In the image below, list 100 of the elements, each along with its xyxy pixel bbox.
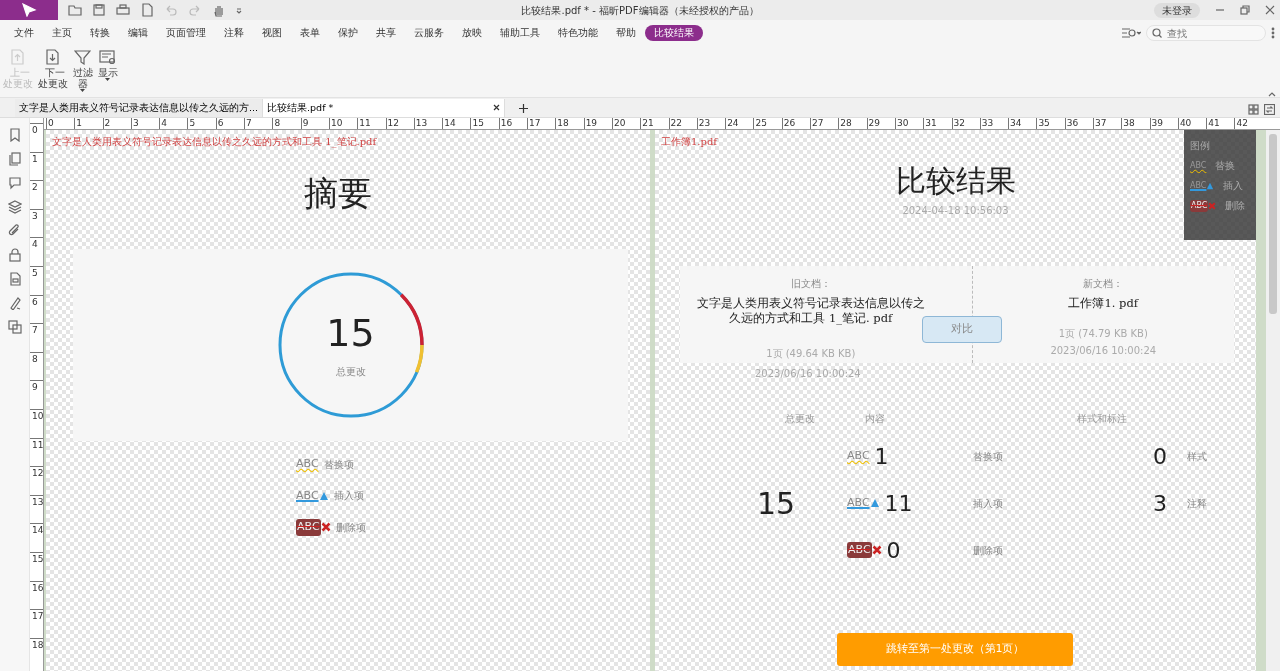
sample-text: ABC <box>847 447 870 464</box>
download-page-icon <box>44 48 61 65</box>
triangle-icon <box>318 490 329 501</box>
login-button[interactable]: 未登录 <box>1154 2 1200 18</box>
menu-tab[interactable]: 注释 <box>215 24 253 42</box>
paperclip-icon[interactable] <box>7 224 22 238</box>
sample-text: ABC <box>296 487 319 504</box>
legend-label: 删除项 <box>335 520 366 535</box>
grid-view-icon[interactable] <box>1248 103 1259 115</box>
ruler-number: 5 <box>30 265 43 295</box>
document-tab[interactable]: 文字是人类用表义符号记录表达信息以传之久远的方... <box>15 98 264 117</box>
document-date: 2023/06/16 10:00:24 <box>755 366 862 381</box>
ruler-number: 18 <box>30 637 43 667</box>
window-title: 比较结果.pdf * - 福昕PDF编辑器（未经授权的产品） <box>521 4 759 18</box>
menu-tab[interactable]: 主页 <box>43 24 81 42</box>
ribbon-button[interactable]: 下一处更改 <box>37 67 68 89</box>
ruler-number: 33 <box>979 118 1009 129</box>
ruler-number: 1 <box>74 118 103 129</box>
pages-icon[interactable] <box>7 152 22 166</box>
ruler-number: 4 <box>159 118 188 129</box>
restore-icon[interactable] <box>1240 5 1250 15</box>
ruler-number: 17 <box>527 118 556 129</box>
menu-tab[interactable]: 特色功能 <box>549 24 607 42</box>
collapse-ribbon-icon[interactable] <box>1268 90 1276 97</box>
style-type-label: 样式 <box>1187 449 1208 464</box>
page-heading: 比较结果 <box>895 162 1016 200</box>
menu-tab[interactable]: 放映 <box>453 24 491 42</box>
total-count: 15 <box>757 484 797 523</box>
menu-tab[interactable]: 比较结果 <box>645 24 703 42</box>
legend-label: 替换项 <box>323 457 354 472</box>
print-icon[interactable] <box>116 3 130 17</box>
change-type-label: 插入项 <box>973 496 1004 511</box>
display-icon <box>99 48 116 65</box>
menu-tab[interactable]: 共享 <box>367 24 405 42</box>
menu-tab[interactable]: 视图 <box>253 24 291 42</box>
menu-tab[interactable]: 页面管理 <box>157 24 215 42</box>
ruler-number: 2 <box>102 118 131 129</box>
compare-icon[interactable] <box>7 320 22 334</box>
ruler-number: 32 <box>951 118 980 129</box>
view-mode-icon[interactable] <box>1121 27 1141 39</box>
file-name-label: 工作簿1.pdf <box>660 135 719 149</box>
ruler-number: 22 <box>668 118 697 129</box>
menu-tab[interactable]: 编辑 <box>119 24 157 42</box>
ruler-number: 36 <box>1064 118 1093 129</box>
close-icon[interactable] <box>1265 5 1275 15</box>
menu-tab[interactable]: 辅助工具 <box>491 24 549 42</box>
sample-text: ABC <box>1190 159 1207 172</box>
lock-icon[interactable] <box>7 248 22 262</box>
ruler-number: 37 <box>1093 118 1122 129</box>
menu-tab[interactable]: 云服务 <box>405 24 453 42</box>
ruler-number: 0 <box>30 123 43 152</box>
total-count: 15 <box>326 311 375 354</box>
menu-tab[interactable]: 帮助 <box>607 24 645 42</box>
comment-icon[interactable] <box>7 176 22 190</box>
bookmark-icon[interactable] <box>7 128 22 142</box>
cross-icon <box>871 545 882 555</box>
save-icon[interactable] <box>92 3 106 17</box>
ruler-number: 2 <box>30 180 43 209</box>
ruler-number: 24 <box>725 118 754 129</box>
ruler-number: 19 <box>583 118 612 129</box>
sample-text: ABC <box>1190 179 1207 192</box>
ruler-number: 5 <box>187 118 216 129</box>
menu-tab[interactable]: 转换 <box>81 24 119 42</box>
legend-title: 图例 <box>1190 139 1211 153</box>
more-options-icon[interactable] <box>1271 27 1275 39</box>
switch-icon[interactable] <box>1264 103 1275 115</box>
ruler-number: 28 <box>838 118 867 129</box>
layers-icon[interactable] <box>7 200 22 214</box>
style-count: 3 <box>1152 489 1168 518</box>
menu-tab[interactable]: 表单 <box>291 24 329 42</box>
menu-tab[interactable]: 文件 <box>5 24 43 42</box>
add-tab-icon[interactable] <box>519 104 529 113</box>
legend-label: 插入 <box>1222 179 1243 193</box>
ruler-number: 26 <box>781 118 810 129</box>
ribbon-button[interactable]: 过滤器 <box>72 67 93 89</box>
ruler-number: 14 <box>30 523 43 552</box>
close-tab-icon[interactable] <box>493 104 501 112</box>
ruler-number: 21 <box>640 118 669 129</box>
legend-label: 删除 <box>1224 199 1245 213</box>
ruler-number: 4 <box>30 237 43 266</box>
scrollbar-thumb[interactable] <box>1269 134 1277 314</box>
ribbon-button[interactable]: 显示 <box>97 67 118 78</box>
ruler-number: 11 <box>357 118 386 129</box>
ruler-number: 35 <box>1036 118 1065 129</box>
document-size: 1页 (49.64 KB KB) <box>766 346 856 361</box>
menu-tab[interactable]: 保护 <box>329 24 367 42</box>
legend-label: 插入项 <box>333 489 364 504</box>
filter-icon <box>74 48 91 65</box>
ruler-number: 31 <box>923 118 952 129</box>
ruler-number: 23 <box>696 118 726 129</box>
timestamp: 2024-04-18 10:56:03 <box>902 204 1009 218</box>
cross-icon <box>320 522 331 533</box>
ruler-number: 25 <box>753 118 782 129</box>
document-icon[interactable] <box>7 272 22 286</box>
folder-icon[interactable] <box>68 3 82 17</box>
search-field[interactable]: 查找 <box>1146 25 1266 41</box>
document-tab[interactable]: 比较结果.pdf * <box>263 98 506 117</box>
triangle-icon <box>869 498 880 508</box>
hand-icon[interactable] <box>212 3 226 17</box>
new-file-icon[interactable] <box>140 3 154 17</box>
